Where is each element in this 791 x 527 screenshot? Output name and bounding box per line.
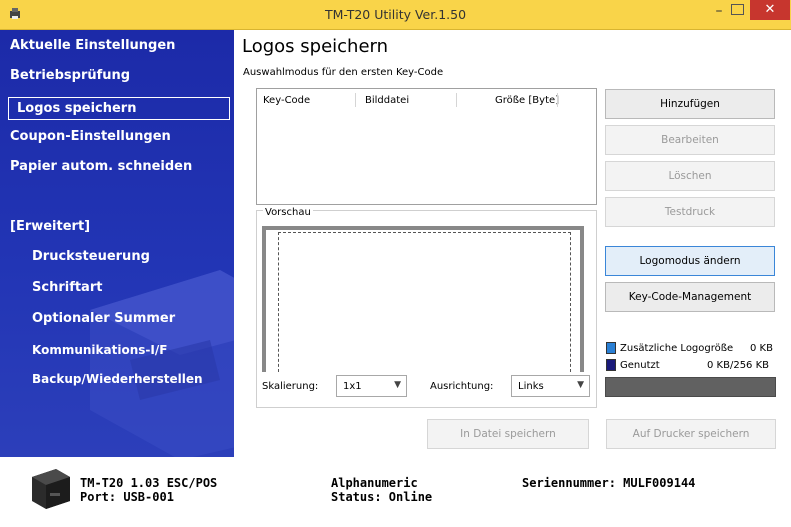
- window-title: TM-T20 Utility Ver.1.50: [324, 7, 467, 22]
- sidebar-item-backup-restore[interactable]: Backup/Wiederherstellen: [32, 372, 203, 386]
- save-to-file-button[interactable]: In Datei speichern: [427, 419, 589, 449]
- column-separator: [355, 93, 356, 107]
- sidebar: Aktuelle Einstellungen Betriebsprüfung L…: [0, 30, 234, 457]
- scaling-select[interactable]: 1x1 ▼: [336, 375, 407, 397]
- page-title: Logos speichern: [242, 36, 389, 57]
- column-header-size[interactable]: Größe [Byte]: [495, 95, 559, 106]
- used-value: 0 KB/256 KB: [707, 360, 770, 371]
- column-header-key-code[interactable]: Key-Code: [263, 95, 310, 106]
- online-status: Status: Online: [331, 490, 433, 504]
- column-separator: [456, 93, 457, 107]
- change-logo-mode-button[interactable]: Logomodus ändern: [605, 246, 775, 276]
- chevron-down-icon: ▼: [394, 380, 401, 390]
- printer-icon: [32, 469, 70, 509]
- scaling-value: 1x1: [343, 381, 362, 392]
- sidebar-item-save-logos[interactable]: Logos speichern: [8, 97, 230, 120]
- charset-label: Alphanumeric: [331, 476, 418, 490]
- advanced-heading: [Erweitert]: [10, 219, 91, 234]
- logo-table[interactable]: Key-Code Bilddatei Größe [Byte]: [256, 88, 597, 205]
- minimize-button[interactable]: –: [708, 2, 730, 22]
- printer-port: Port: USB-001: [80, 490, 174, 504]
- sidebar-item-operation-check[interactable]: Betriebsprüfung: [10, 68, 130, 83]
- title-bar: TM-T20 Utility Ver.1.50 – ✕: [0, 0, 791, 30]
- save-to-printer-button[interactable]: Auf Drucker speichern: [606, 419, 776, 449]
- additional-size-swatch: [606, 342, 616, 354]
- sidebar-item-print-control[interactable]: Drucksteuerung: [32, 249, 150, 264]
- sidebar-item-optional-buzzer[interactable]: Optionaler Summer: [32, 311, 175, 326]
- sidebar-item-font[interactable]: Schriftart: [32, 280, 102, 295]
- preview-label: Vorschau: [263, 207, 313, 218]
- alignment-label: Ausrichtung:: [430, 381, 494, 392]
- sidebar-item-current-settings[interactable]: Aktuelle Einstellungen: [10, 38, 175, 53]
- close-button[interactable]: ✕: [750, 0, 790, 20]
- serial-number: Seriennummer: MULF009144: [522, 476, 696, 490]
- key-code-management-button[interactable]: Key-Code-Management: [605, 282, 775, 312]
- test-print-button[interactable]: Testdruck: [605, 197, 775, 227]
- delete-button[interactable]: Löschen: [605, 161, 775, 191]
- used-label: Genutzt: [620, 360, 660, 371]
- sidebar-item-coupon-settings[interactable]: Coupon-Einstellungen: [10, 129, 171, 144]
- chevron-down-icon: ▼: [577, 380, 584, 390]
- preview-print-area: [278, 232, 571, 372]
- alignment-value: Links: [518, 381, 544, 392]
- add-button[interactable]: Hinzufügen: [605, 89, 775, 119]
- column-separator: [557, 93, 558, 107]
- scaling-label: Skalierung:: [262, 381, 319, 392]
- used-swatch: [606, 359, 616, 371]
- column-header-image-file[interactable]: Bilddatei: [365, 95, 409, 106]
- printer-model: TM-T20 1.03 ESC/POS: [80, 476, 218, 490]
- maximize-button[interactable]: [731, 4, 744, 15]
- additional-size-label: Zusätzliche Logogröße: [620, 343, 734, 354]
- additional-size-value: 0 KB: [750, 343, 773, 354]
- sidebar-item-communication-if[interactable]: Kommunikations-I/F: [32, 343, 167, 357]
- alignment-select[interactable]: Links ▼: [511, 375, 590, 397]
- edit-button[interactable]: Bearbeiten: [605, 125, 775, 155]
- sidebar-item-auto-cut[interactable]: Papier autom. schneiden: [10, 159, 192, 174]
- memory-usage-bar: [605, 377, 776, 397]
- selection-mode-label: Auswahlmodus für den ersten Key-Code: [243, 67, 444, 78]
